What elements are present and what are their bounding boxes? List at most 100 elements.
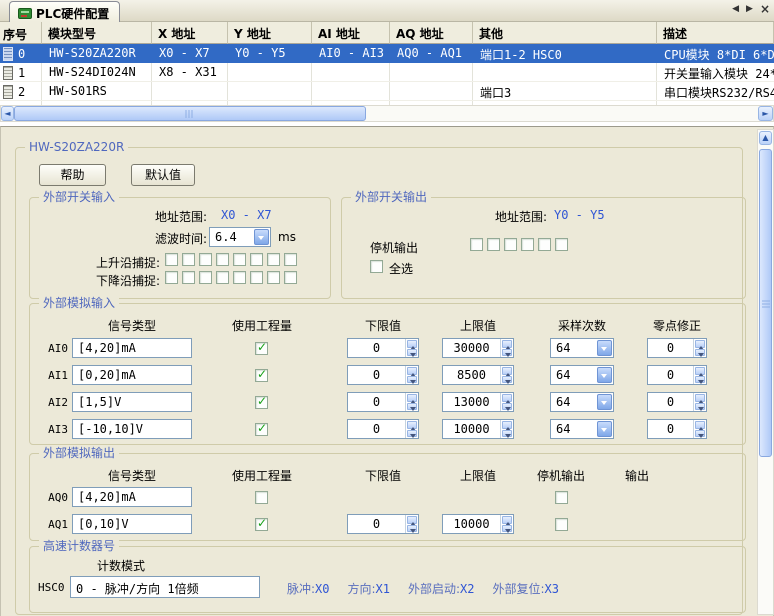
spin-down-icon[interactable] <box>502 430 512 438</box>
spin-up-icon[interactable] <box>502 516 512 524</box>
column-header-ai[interactable]: AI 地址 <box>312 22 390 44</box>
sample-count-dropdown[interactable]: 64 <box>550 419 614 439</box>
spin-down-icon[interactable] <box>502 525 512 533</box>
scroll-left-arrow-icon[interactable]: ◄ <box>1 106 14 121</box>
horizontal-scrollbar-thumb[interactable] <box>14 106 366 121</box>
high-limit-spinner[interactable]: 10000 <box>442 514 514 534</box>
spin-down-icon[interactable] <box>502 349 512 357</box>
checkbox[interactable] <box>538 238 551 251</box>
spin-down-icon[interactable] <box>407 403 417 411</box>
high-limit-spinner[interactable]: 8500 <box>442 365 514 385</box>
spin-up-icon[interactable] <box>502 421 512 429</box>
select-all-checkbox[interactable] <box>370 260 383 273</box>
vertical-scrollbar[interactable]: ▲ <box>757 129 774 615</box>
spin-down-icon[interactable] <box>502 376 512 384</box>
signal-type-input[interactable]: [4,20]mA <box>72 338 192 358</box>
table-row[interactable]: 0 HW-S20ZA220R X0 - X7 Y0 - Y5 AI0 - AI3… <box>0 44 774 63</box>
sample-count-dropdown[interactable]: 64 <box>550 338 614 358</box>
use-engineering-checkbox[interactable] <box>255 518 268 531</box>
spin-down-icon[interactable] <box>407 430 417 438</box>
chevron-down-icon[interactable] <box>254 229 269 245</box>
spin-down-icon[interactable] <box>695 430 705 438</box>
spin-up-icon[interactable] <box>502 340 512 348</box>
zero-correction-spinner[interactable]: 0 <box>647 392 707 412</box>
vertical-scrollbar-thumb[interactable] <box>759 149 772 457</box>
checkbox[interactable] <box>521 238 534 251</box>
chevron-down-icon[interactable] <box>597 340 612 356</box>
high-limit-spinner[interactable]: 30000 <box>442 338 514 358</box>
spin-up-icon[interactable] <box>695 367 705 375</box>
column-header-aq[interactable]: AQ 地址 <box>390 22 473 44</box>
spin-down-icon[interactable] <box>695 349 705 357</box>
checkbox[interactable] <box>199 253 212 266</box>
chevron-down-icon[interactable] <box>597 421 612 437</box>
stop-output-checkbox[interactable] <box>555 518 568 531</box>
checkbox[interactable] <box>165 253 178 266</box>
zero-correction-spinner[interactable]: 0 <box>647 338 707 358</box>
column-header-other[interactable]: 其他 <box>473 22 657 44</box>
scroll-tabs-right-icon[interactable]: ▶ <box>746 3 753 15</box>
use-engineering-checkbox[interactable] <box>255 396 268 409</box>
stop-output-checkbox[interactable] <box>555 491 568 504</box>
checkbox[interactable] <box>267 253 280 266</box>
checkbox[interactable] <box>555 238 568 251</box>
column-header-x[interactable]: X 地址 <box>152 22 228 44</box>
zero-correction-spinner[interactable]: 0 <box>647 365 707 385</box>
low-limit-spinner[interactable]: 0 <box>347 392 419 412</box>
close-icon[interactable]: × <box>760 3 770 15</box>
checkbox[interactable] <box>250 253 263 266</box>
spin-up-icon[interactable] <box>695 394 705 402</box>
checkbox[interactable] <box>284 253 297 266</box>
help-button[interactable]: 帮助 <box>39 164 106 186</box>
spin-up-icon[interactable] <box>407 421 417 429</box>
signal-type-input[interactable]: [0,20]mA <box>72 365 192 385</box>
checkbox[interactable] <box>165 271 178 284</box>
high-limit-spinner[interactable]: 10000 <box>442 419 514 439</box>
spin-up-icon[interactable] <box>695 421 705 429</box>
spin-down-icon[interactable] <box>502 403 512 411</box>
use-engineering-checkbox[interactable] <box>255 423 268 436</box>
checkbox[interactable] <box>233 253 246 266</box>
filter-time-dropdown[interactable]: 6.4 <box>209 227 271 247</box>
table-row[interactable]: 2 HW-S01RS 端口3 串口模块RS232/RS485 <box>0 82 774 101</box>
signal-type-input[interactable]: [4,20]mA <box>72 487 192 507</box>
spin-up-icon[interactable] <box>407 367 417 375</box>
checkbox[interactable] <box>504 238 517 251</box>
checkbox[interactable] <box>216 271 229 284</box>
scroll-up-arrow-icon[interactable]: ▲ <box>759 131 772 145</box>
signal-type-input[interactable]: [1,5]V <box>72 392 192 412</box>
spin-down-icon[interactable] <box>407 349 417 357</box>
spin-up-icon[interactable] <box>502 394 512 402</box>
low-limit-spinner[interactable]: 0 <box>347 514 419 534</box>
checkbox[interactable] <box>267 271 280 284</box>
tab-plc-hardware-config[interactable]: PLC硬件配置 <box>9 1 120 22</box>
table-row[interactable]: 1 HW-S24DI024N X8 - X31 开关量输入模块 24*D <box>0 63 774 82</box>
use-engineering-checkbox[interactable] <box>255 369 268 382</box>
checkbox[interactable] <box>199 271 212 284</box>
spin-up-icon[interactable] <box>502 367 512 375</box>
low-limit-spinner[interactable]: 0 <box>347 338 419 358</box>
chevron-down-icon[interactable] <box>597 367 612 383</box>
spin-down-icon[interactable] <box>695 376 705 384</box>
checkbox[interactable] <box>487 238 500 251</box>
checkbox[interactable] <box>233 271 246 284</box>
column-header-desc[interactable]: 描述 <box>657 22 774 44</box>
zero-correction-spinner[interactable]: 0 <box>647 419 707 439</box>
spin-down-icon[interactable] <box>407 525 417 533</box>
spin-up-icon[interactable] <box>695 340 705 348</box>
checkbox[interactable] <box>182 253 195 266</box>
sample-count-dropdown[interactable]: 64 <box>550 365 614 385</box>
high-limit-spinner[interactable]: 13000 <box>442 392 514 412</box>
spin-down-icon[interactable] <box>695 403 705 411</box>
default-button[interactable]: 默认值 <box>131 164 195 186</box>
checkbox[interactable] <box>284 271 297 284</box>
signal-type-input[interactable]: [-10,10]V <box>72 419 192 439</box>
scroll-right-arrow-icon[interactable]: ► <box>758 106 773 121</box>
checkbox[interactable] <box>182 271 195 284</box>
sample-count-dropdown[interactable]: 64 <box>550 392 614 412</box>
checkbox[interactable] <box>470 238 483 251</box>
chevron-down-icon[interactable] <box>597 394 612 410</box>
horizontal-scrollbar[interactable]: ◄ ► <box>0 105 774 122</box>
column-header-model[interactable]: 模块型号 <box>42 22 152 44</box>
low-limit-spinner[interactable]: 0 <box>347 365 419 385</box>
